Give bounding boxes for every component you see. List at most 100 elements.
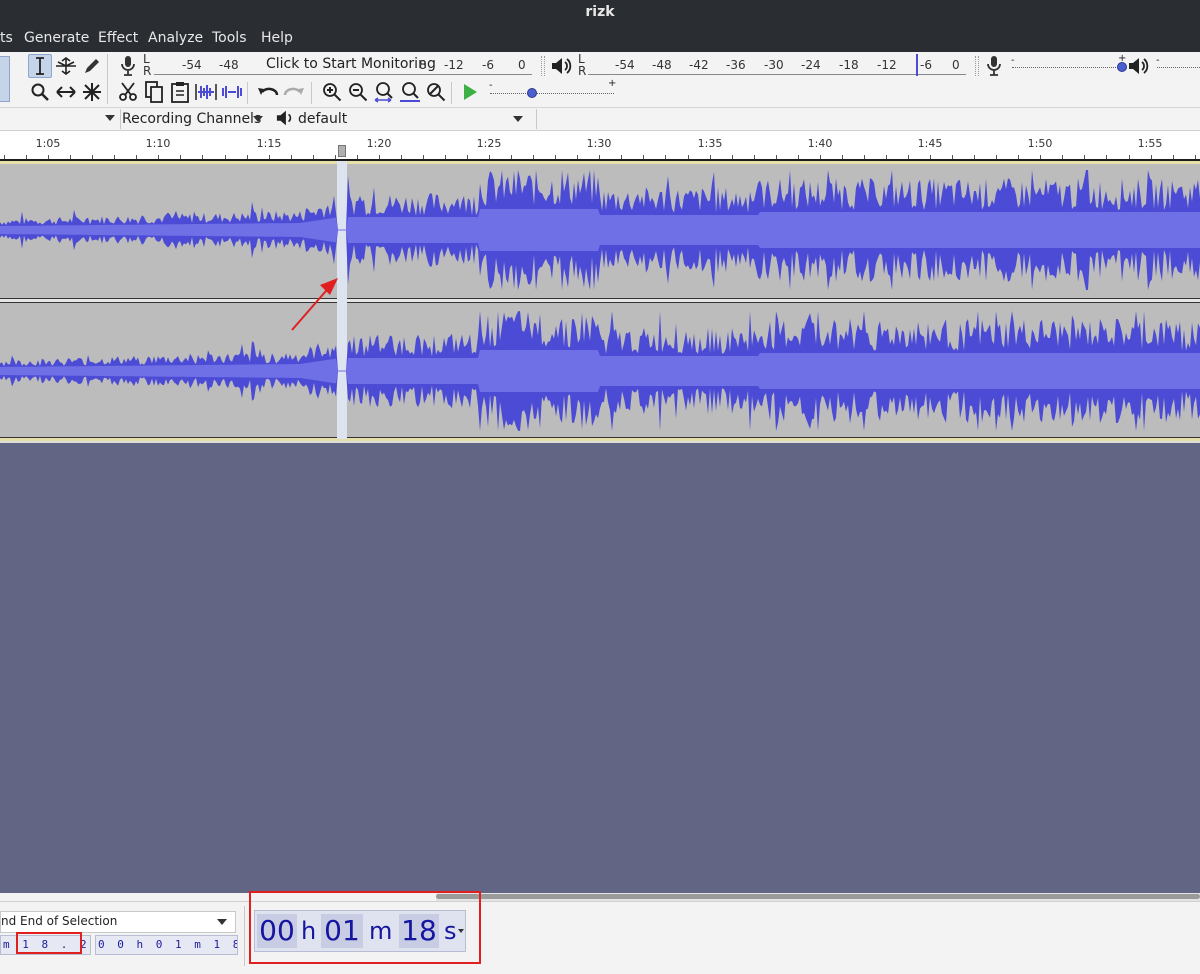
ruler-tick [4,155,5,159]
ruler-tick [1173,155,1174,159]
playback-meter[interactable]: -54 -48 -42 -36 -30 -24 -18 -12 -6 0 [588,54,968,78]
playback-device-caret [513,116,523,122]
copy-button[interactable] [142,80,166,104]
ruler-tick [1106,155,1107,159]
recording-channels-dropdown[interactable]: Recording Channels [122,109,268,131]
annotation-arrow [291,278,338,331]
fit-project-button[interactable] [398,80,422,104]
recording-volume-button[interactable] [982,54,1006,78]
rec-scale-12: -12 [444,58,464,72]
rec-scale-0: 0 [518,58,526,72]
ruler-tick [732,155,733,159]
playback-volume-button[interactable] [1126,54,1150,78]
horizontal-scrollbar[interactable] [436,893,1200,901]
multi-tool-button[interactable] [80,80,104,104]
envelope-tool-button[interactable] [54,54,78,78]
ruler-label: 1:15 [256,137,282,150]
toolbar-separator [536,109,537,129]
recording-meter[interactable]: -54 -48 Click to Start Monitoring 8 -12 … [154,54,532,78]
slider-minus-label: - [489,80,493,91]
speaker-icon [1129,58,1149,74]
recording-volume-slider[interactable]: - + [1010,53,1130,74]
play-meter-button[interactable] [549,54,573,78]
slider-minus-label: - [1011,55,1015,66]
zoom-toggle-button[interactable] [424,80,448,104]
rec-scale-8: 8 [419,58,427,72]
menu-item-analyze[interactable]: Analyze [148,30,203,46]
paste-button[interactable] [168,80,192,104]
menu-item-tools[interactable]: Tools [212,30,247,46]
ruler-tick [247,155,248,159]
ruler-label: 1:20 [366,137,392,150]
ruler-label: 1:45 [917,137,943,150]
selection-end-time-text: 0 0 h 0 1 m 1 8 . 6 3 8 s [98,938,237,951]
cut-button[interactable] [116,80,140,104]
ruler-tick [489,155,490,159]
scrollbar-thumb[interactable] [436,894,1200,899]
zoom-tool-button[interactable] [28,80,52,104]
selection-tool-icon [36,57,44,75]
play-at-speed-button[interactable] [458,80,482,104]
ruler-tick [1129,155,1130,159]
monitor-label[interactable]: Click to Start Monitoring [266,56,436,72]
menu-item-generate[interactable]: Generate [24,30,89,46]
trim-icon [195,84,217,100]
ruler-tick [158,155,159,159]
selection-toolbar: nd End of Selection m 1 8 . 2 1 1 s 0 0 … [0,901,1200,974]
playback-volume-slider[interactable]: - [1154,55,1200,74]
redo-button[interactable] [282,80,306,104]
playback-device-label: default [298,111,348,127]
play-scale-54: -54 [615,58,635,72]
trim-button[interactable] [194,80,218,104]
selection-tool-button[interactable] [28,54,52,78]
slider-plus-label: + [608,78,617,89]
ruler-tick [974,155,975,159]
toolbar-grip[interactable] [975,56,979,76]
zoom-in-icon [323,83,342,102]
microphone-icon [121,56,135,76]
host-dropdown-caret[interactable] [105,115,115,121]
playback-device-dropdown[interactable]: default [296,109,532,131]
silence-button[interactable] [220,80,244,104]
undo-button[interactable] [256,80,280,104]
selection-end-time[interactable]: 0 0 h 0 1 m 1 8 . 6 3 8 s [95,935,238,955]
copy-icon [145,81,163,103]
menu-item-help[interactable]: Help [261,30,293,46]
zoom-out-icon [349,83,368,102]
menu-item-tracks[interactable]: ts [0,30,13,46]
ruler-tick [114,155,115,159]
menu-item-effect[interactable]: Effect [98,30,138,46]
draw-tool-icon [85,59,99,73]
slider-track [1157,67,1200,68]
draw-tool-button[interactable] [80,54,104,78]
selection-mode-caret [217,919,227,925]
selection-mode-dropdown[interactable]: nd End of Selection [0,911,236,933]
annotation-arrow-head [320,278,338,295]
toolbar-separator [244,906,245,966]
play-speed-slider[interactable]: - + [486,78,618,102]
record-meter-button[interactable] [116,54,140,78]
ruler-tick [577,155,578,159]
zoom-out-button[interactable] [346,80,370,104]
meter-baseline [588,74,966,75]
fit-selection-button[interactable] [372,80,396,104]
selection-mode-label: nd End of Selection [1,914,118,928]
timeline-ruler[interactable]: 1:05 1:10 1:15 1:20 1:25 1:30 1:35 1:40 … [0,131,1200,161]
meter-peak-marker [916,54,918,76]
toolbar-grip[interactable] [541,56,545,76]
waveform-svg [0,170,1200,431]
redo-icon [283,87,304,96]
ruler-tick [665,155,666,159]
slider-thumb[interactable] [527,88,537,98]
slider-minus-label: - [1156,55,1160,66]
timeshift-tool-button[interactable] [54,80,78,104]
ruler-tick [798,155,799,159]
ruler-tick [886,155,887,159]
playhead-marker[interactable] [338,145,346,157]
ruler-tick [423,155,424,159]
ruler-tick [952,155,953,159]
zoom-in-button[interactable] [320,80,344,104]
toolbar-edge-highlight [0,56,10,102]
ruler-tick [511,155,512,159]
empty-track-area[interactable] [0,443,1200,893]
